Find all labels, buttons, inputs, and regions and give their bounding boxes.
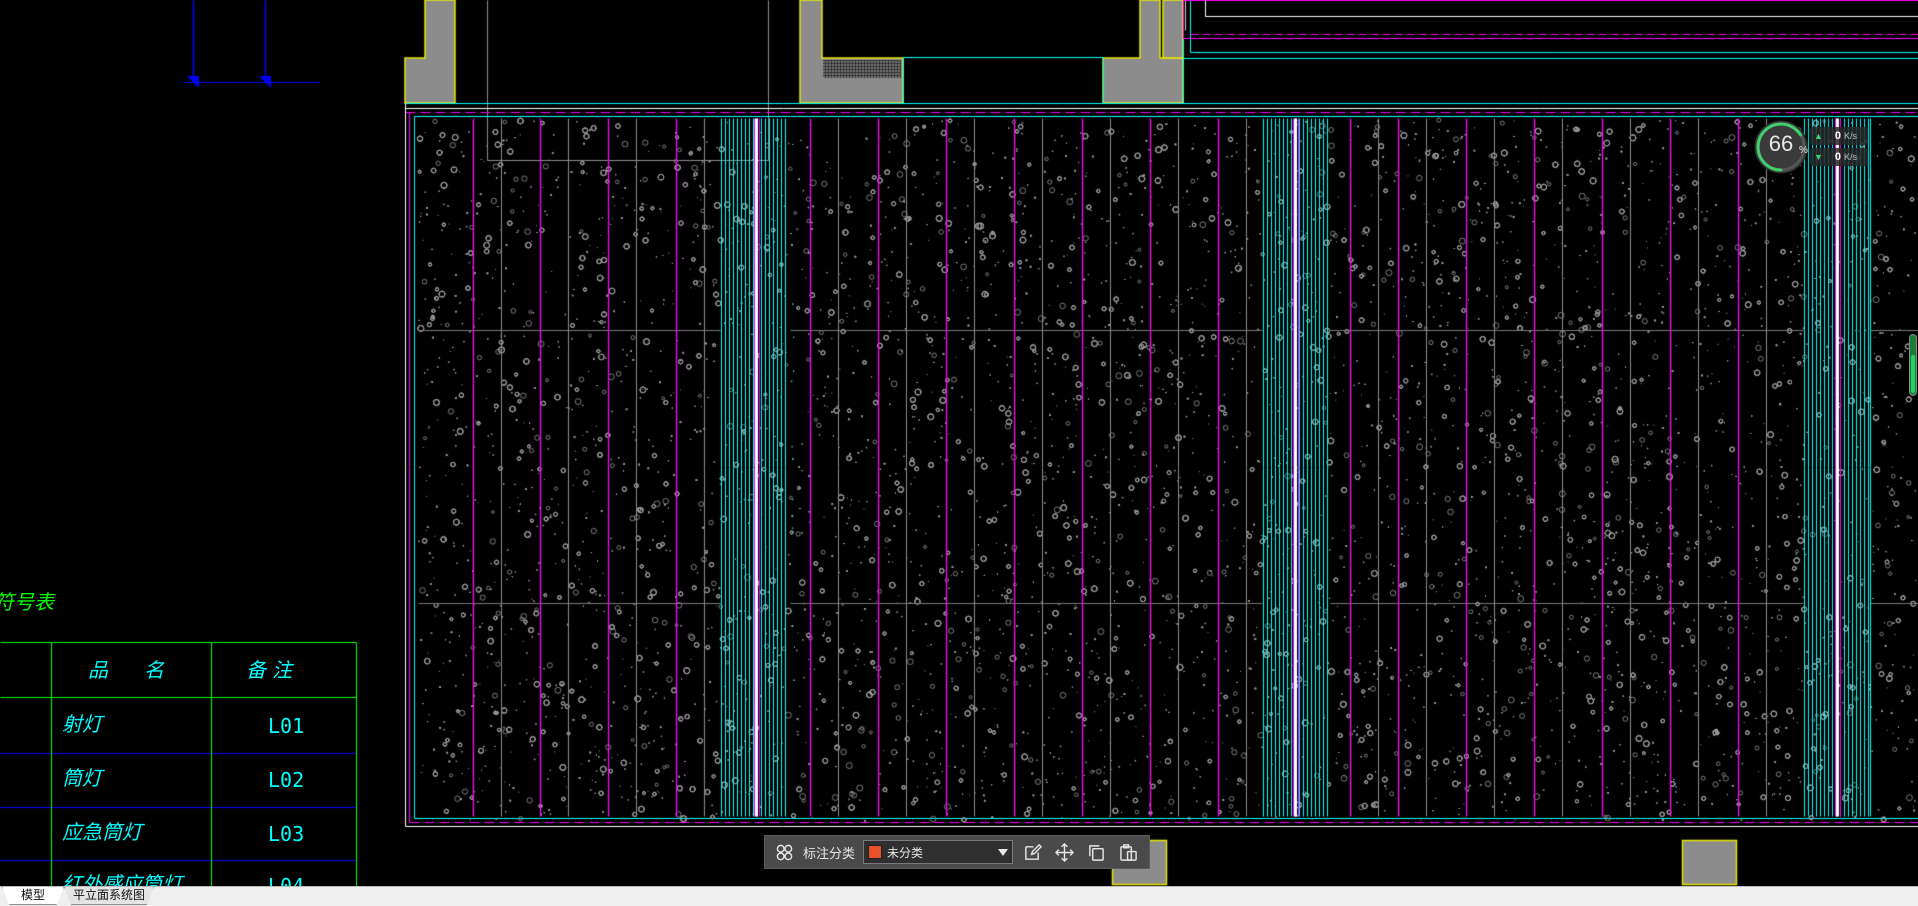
move-icon[interactable]: [1051, 839, 1077, 865]
category-color-swatch: [868, 845, 883, 859]
upload-speed: ▲ 0 K/s: [1810, 127, 1868, 145]
upload-speed-value: 0: [1834, 130, 1841, 142]
copy-icon[interactable]: [1083, 839, 1109, 865]
legend-row-code: L03: [268, 822, 305, 846]
layout-tab-bar: 模型 平立面系统图: [0, 886, 1918, 906]
vertical-scroll-indicator[interactable]: [1909, 334, 1917, 396]
legend-table-title: 符号表: [0, 590, 54, 614]
legend-row-code: L01: [268, 714, 305, 738]
network-percent-unit: %: [1799, 145, 1808, 156]
legend-row-name: 射灯: [62, 712, 102, 736]
tab-plan-system[interactable]: 平立面系统图: [64, 887, 154, 905]
download-speed-unit: K/s: [1844, 152, 1858, 162]
cad-application: 符号表 品 名 备注 射灯 L01 筒灯 L02 应急筒灯 L03 红外感应筒灯…: [0, 0, 1918, 906]
upload-arrow-icon: ▲: [1814, 131, 1823, 141]
grid-icon[interactable]: [771, 839, 797, 865]
edit-icon[interactable]: [1019, 839, 1045, 865]
download-speed-value: 0: [1834, 151, 1841, 163]
network-monitor-widget[interactable]: 66 % ▲ 0 K/s ▼ 0 K/s: [1752, 118, 1870, 176]
category-label: 标注分类: [803, 846, 856, 862]
category-dropdown[interactable]: 未分类: [863, 840, 1014, 864]
paste-icon[interactable]: [1115, 839, 1141, 865]
upload-speed-unit: K/s: [1844, 131, 1858, 141]
download-arrow-icon: ▼: [1814, 152, 1823, 162]
legend-row-code: L02: [268, 768, 305, 792]
legend-row-name: 应急筒灯: [62, 820, 142, 844]
legend-header-note: 备注: [246, 658, 298, 682]
download-speed: ▼ 0 K/s: [1810, 148, 1868, 166]
tab-model[interactable]: 模型: [2, 887, 64, 905]
drawing-canvas[interactable]: [0, 0, 1918, 886]
scroll-thumb[interactable]: [1911, 355, 1915, 393]
legend-row-name: 筒灯: [62, 766, 102, 790]
category-selected-value: 未分类: [887, 845, 924, 860]
annotation-toolbar: 标注分类 未分类: [764, 835, 1150, 869]
chevron-down-icon: [998, 848, 1009, 856]
network-percent: 66: [1768, 131, 1794, 156]
legend-header-name: 品 名: [88, 658, 172, 682]
